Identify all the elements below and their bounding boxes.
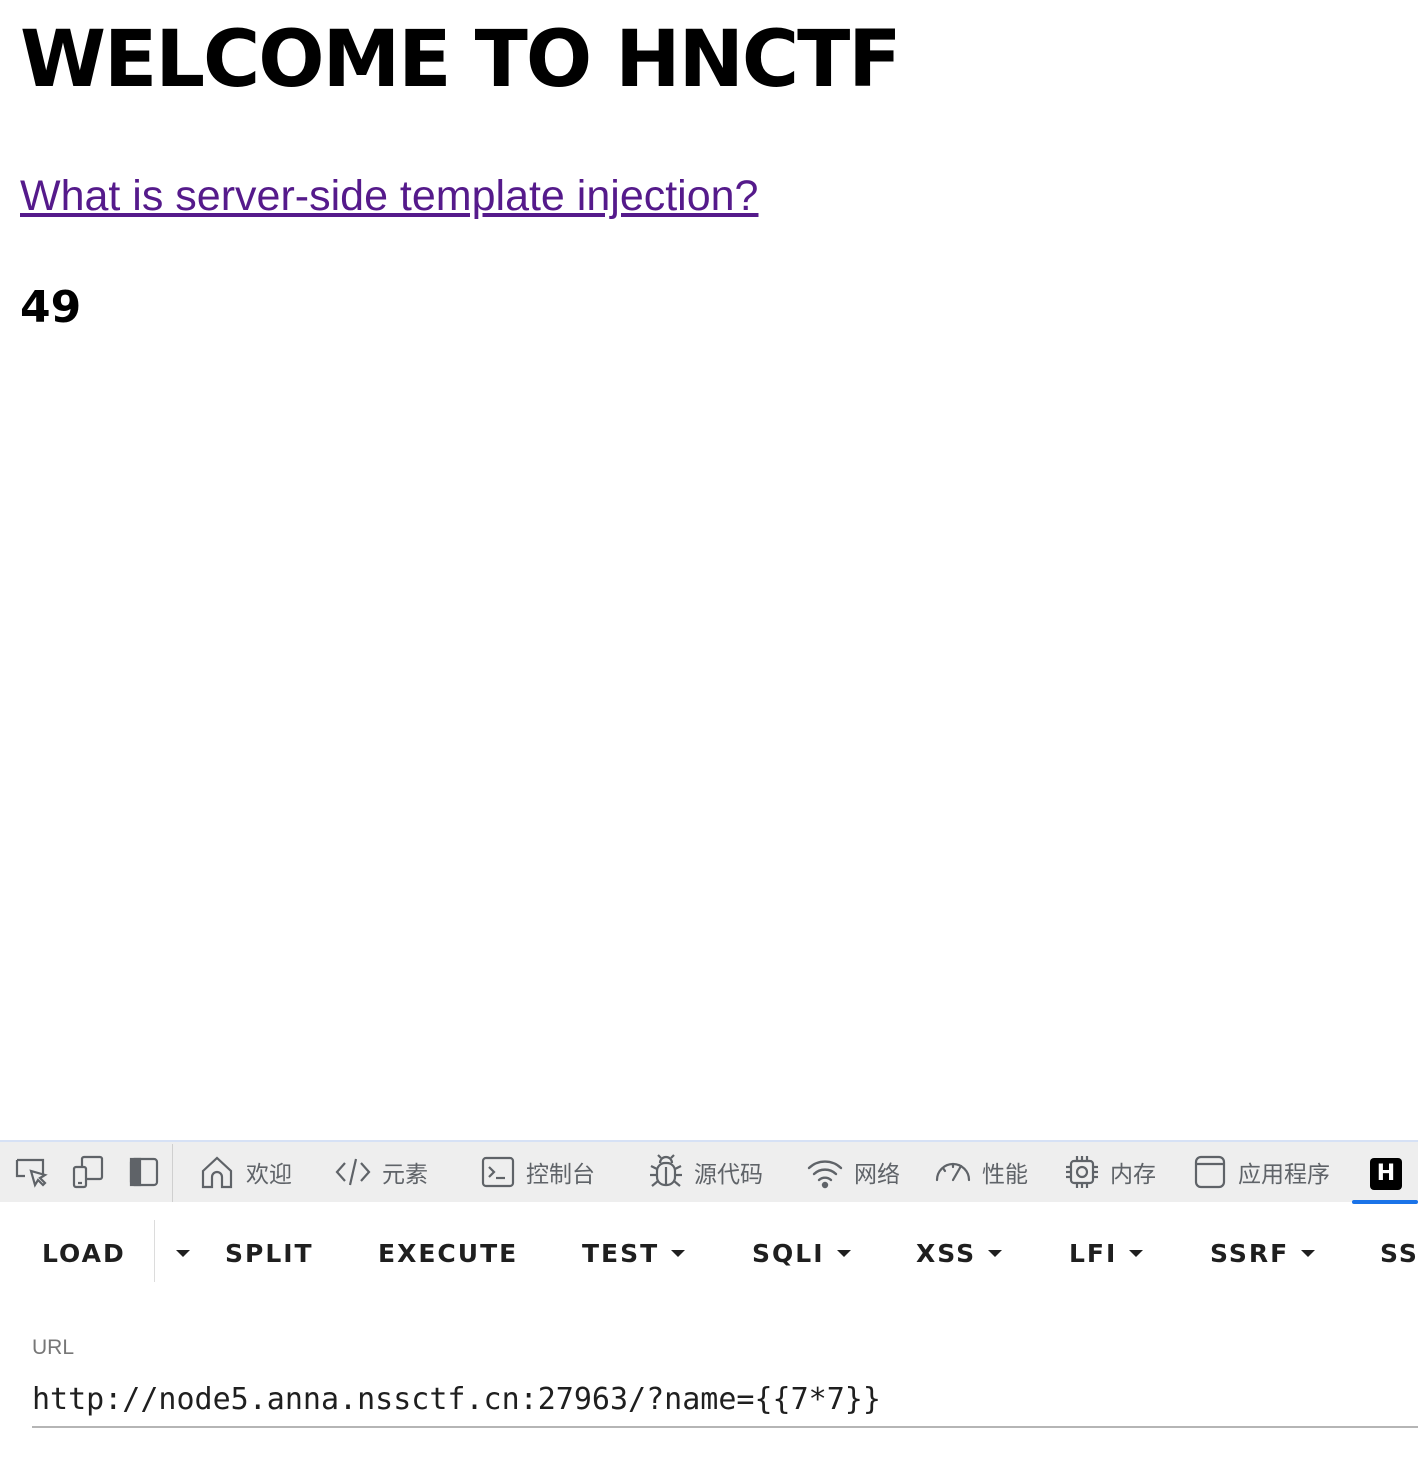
xss-button-label: XSS — [916, 1238, 977, 1268]
chevron-down-icon — [1129, 1249, 1144, 1257]
inspect-element-icon[interactable] — [14, 1154, 50, 1190]
tab-welcome[interactable]: 欢迎 — [198, 1142, 292, 1202]
url-label: URL — [32, 1336, 75, 1359]
tab-hackbar[interactable]: H — [1352, 1142, 1418, 1204]
web-page: WELCOME TO HNCTF What is server-side tem… — [20, 0, 1418, 1140]
tab-welcome-label: 欢迎 — [246, 1162, 292, 1188]
load-button[interactable]: LOAD — [42, 1218, 126, 1288]
execute-button-label: EXECUTE — [378, 1238, 519, 1268]
browser-viewport: WELCOME TO HNCTF What is server-side tem… — [0, 0, 1418, 1458]
tab-network[interactable]: 网络 — [806, 1142, 900, 1202]
execute-button[interactable]: EXECUTE — [378, 1218, 518, 1288]
devtools-separator — [172, 1144, 173, 1202]
ssrf-button-label: SSRF — [1210, 1238, 1290, 1268]
split-button[interactable]: SPLIT — [225, 1218, 314, 1288]
tab-application[interactable]: 应用程序 — [1192, 1142, 1330, 1202]
chevron-down-icon — [988, 1249, 1003, 1257]
bug-icon — [650, 1154, 682, 1187]
chip-icon — [1066, 1156, 1098, 1188]
devtools-tabbar: 欢迎 元素 控制台 源代码 网络 性能 内存 应用程序 H — [0, 1140, 1418, 1204]
lfi-button-label: LFI — [1069, 1238, 1118, 1268]
sqli-button-label: SQLI — [752, 1238, 825, 1268]
tab-performance[interactable]: 性能 — [934, 1142, 1028, 1202]
chevron-down-icon — [1301, 1249, 1316, 1257]
test-button-label: TEST — [582, 1238, 660, 1268]
load-options-dropdown[interactable] — [164, 1218, 190, 1288]
sqli-menu-button[interactable]: SQLI — [752, 1218, 851, 1288]
page-title: WELCOME TO HNCTF — [20, 15, 902, 105]
devtools-panel: 欢迎 元素 控制台 源代码 网络 性能 内存 应用程序 H LOAD SPLIT… — [0, 1140, 1418, 1458]
home-icon — [201, 1156, 233, 1189]
dock-side-icon[interactable] — [126, 1154, 162, 1190]
tab-network-label: 网络 — [854, 1162, 900, 1188]
device-toolbar-icon[interactable] — [70, 1154, 106, 1190]
xss-menu-button[interactable]: XSS — [916, 1218, 1003, 1288]
tab-sources[interactable]: 源代码 — [648, 1142, 763, 1202]
chevron-down-icon — [176, 1249, 190, 1257]
wifi-icon — [807, 1160, 843, 1189]
tab-console[interactable]: 控制台 — [480, 1142, 595, 1202]
template-result: 49 — [20, 282, 82, 333]
hackbar-toolbar: LOAD SPLIT EXECUTE TEST SQLI XSS LFI SSR… — [0, 1218, 1418, 1288]
chevron-down-icon — [836, 1249, 851, 1257]
active-tab-indicator — [1352, 1200, 1418, 1204]
tab-sources-label: 源代码 — [694, 1162, 763, 1188]
load-split-divider — [154, 1220, 155, 1282]
load-button-label: LOAD — [42, 1238, 126, 1268]
application-icon — [1194, 1155, 1226, 1189]
tab-elements-label: 元素 — [382, 1162, 428, 1188]
test-menu-button[interactable]: TEST — [582, 1218, 686, 1288]
hackbar-icon: H — [1370, 1158, 1402, 1190]
tab-memory-label: 内存 — [1110, 1162, 1156, 1188]
console-icon — [481, 1156, 515, 1188]
ssrf-menu-button[interactable]: SSRF — [1210, 1218, 1316, 1288]
tab-elements[interactable]: 元素 — [334, 1142, 428, 1202]
ssti-button-label: SS — [1380, 1238, 1418, 1268]
ssti-menu-button[interactable]: SS — [1380, 1218, 1418, 1288]
tab-application-label: 应用程序 — [1238, 1162, 1330, 1188]
lfi-menu-button[interactable]: LFI — [1069, 1218, 1144, 1288]
speedometer-icon — [935, 1162, 971, 1182]
code-brackets-icon — [335, 1158, 371, 1186]
split-button-label: SPLIT — [225, 1238, 314, 1268]
tab-performance-label: 性能 — [982, 1162, 1028, 1188]
ssti-info-link[interactable]: What is server-side template injection? — [20, 172, 758, 221]
tab-console-label: 控制台 — [526, 1162, 595, 1188]
url-input[interactable] — [32, 1372, 1418, 1428]
tab-memory[interactable]: 内存 — [1064, 1142, 1156, 1202]
chevron-down-icon — [671, 1249, 686, 1257]
